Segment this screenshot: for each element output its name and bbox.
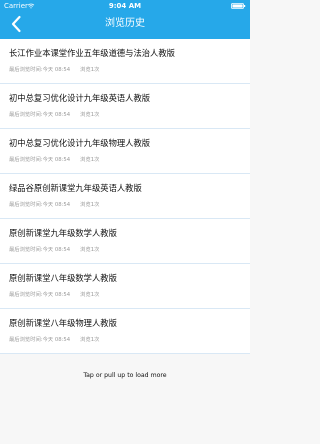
app-header: Carrier 9:04 AM 浏览历史 — [0, 0, 250, 39]
view-count: 浏览1次 — [80, 292, 100, 298]
last-view-time: 最后浏览时间:今天 08:54 — [9, 337, 71, 343]
history-item-title: 原创新课堂八年级数学人教版 — [9, 273, 117, 283]
history-item-meta: 最后浏览时间:今天 08:54 浏览1次 — [9, 291, 99, 299]
history-item-title: 长江作业本课堂作业五年级道德与法治人教版 — [9, 48, 175, 58]
last-view-time: 最后浏览时间:今天 08:54 — [9, 67, 71, 73]
page-title: 浏览历史 — [105, 18, 145, 29]
last-view-time: 最后浏览时间:今天 08:54 — [9, 247, 71, 253]
history-item-title: 绿品谷原创新课堂九年级英语人教版 — [9, 183, 142, 193]
history-item-title: 原创新课堂八年级物理人教版 — [9, 318, 117, 328]
load-more-button[interactable]: Tap or pull up to load more — [0, 366, 250, 386]
nav-bar: 浏览历史 — [0, 12, 250, 39]
history-item-meta: 最后浏览时间:今天 08:54 浏览1次 — [9, 156, 99, 164]
history-item-meta: 最后浏览时间:今天 08:54 浏览1次 — [9, 66, 99, 74]
last-view-time: 最后浏览时间:今天 08:54 — [9, 112, 71, 118]
status-bar: Carrier 9:04 AM — [0, 0, 250, 12]
view-count: 浏览1次 — [80, 67, 100, 73]
view-count: 浏览1次 — [80, 202, 100, 208]
status-time: 9:04 AM — [108, 2, 142, 10]
view-count: 浏览1次 — [80, 337, 100, 343]
view-count: 浏览1次 — [80, 247, 100, 253]
view-count: 浏览1次 — [80, 157, 100, 163]
last-view-time: 最后浏览时间:今天 08:54 — [9, 202, 71, 208]
history-item[interactable]: 长江作业本课堂作业五年级道德与法治人教版 最后浏览时间:今天 08:54 浏览1次 — [0, 39, 250, 84]
history-item-meta: 最后浏览时间:今天 08:54 浏览1次 — [9, 201, 99, 209]
history-item[interactable]: 初中总复习优化设计九年级英语人教版 最后浏览时间:今天 08:54 浏览1次 — [0, 84, 250, 129]
history-item[interactable]: 初中总复习优化设计九年级物理人教版 最后浏览时间:今天 08:54 浏览1次 — [0, 129, 250, 174]
history-item-meta: 最后浏览时间:今天 08:54 浏览1次 — [9, 246, 99, 254]
history-item[interactable]: 原创新课堂八年级物理人教版 最后浏览时间:今天 08:54 浏览1次 — [0, 309, 250, 354]
history-item-title: 初中总复习优化设计九年级物理人教版 — [9, 138, 151, 148]
history-item[interactable]: 绿品谷原创新课堂九年级英语人教版 最后浏览时间:今天 08:54 浏览1次 — [0, 174, 250, 219]
history-item-title: 原创新课堂九年级数学人教版 — [9, 228, 117, 238]
last-view-time: 最后浏览时间:今天 08:54 — [9, 157, 71, 163]
battery-icon — [231, 3, 246, 9]
history-item-meta: 最后浏览时间:今天 08:54 浏览1次 — [9, 111, 99, 119]
app-screen: Carrier 9:04 AM 浏览历史 长江作业本课堂作业五年级道德与法治人教… — [0, 0, 250, 444]
history-item-title: 初中总复习优化设计九年级英语人教版 — [9, 93, 151, 103]
history-list: 长江作业本课堂作业五年级道德与法治人教版 最后浏览时间:今天 08:54 浏览1次… — [0, 39, 250, 354]
history-item-meta: 最后浏览时间:今天 08:54 浏览1次 — [9, 336, 99, 344]
history-item[interactable]: 原创新课堂九年级数学人教版 最后浏览时间:今天 08:54 浏览1次 — [0, 219, 250, 264]
view-count: 浏览1次 — [80, 112, 100, 118]
history-item[interactable]: 原创新课堂八年级数学人教版 最后浏览时间:今天 08:54 浏览1次 — [0, 264, 250, 309]
last-view-time: 最后浏览时间:今天 08:54 — [9, 292, 71, 298]
